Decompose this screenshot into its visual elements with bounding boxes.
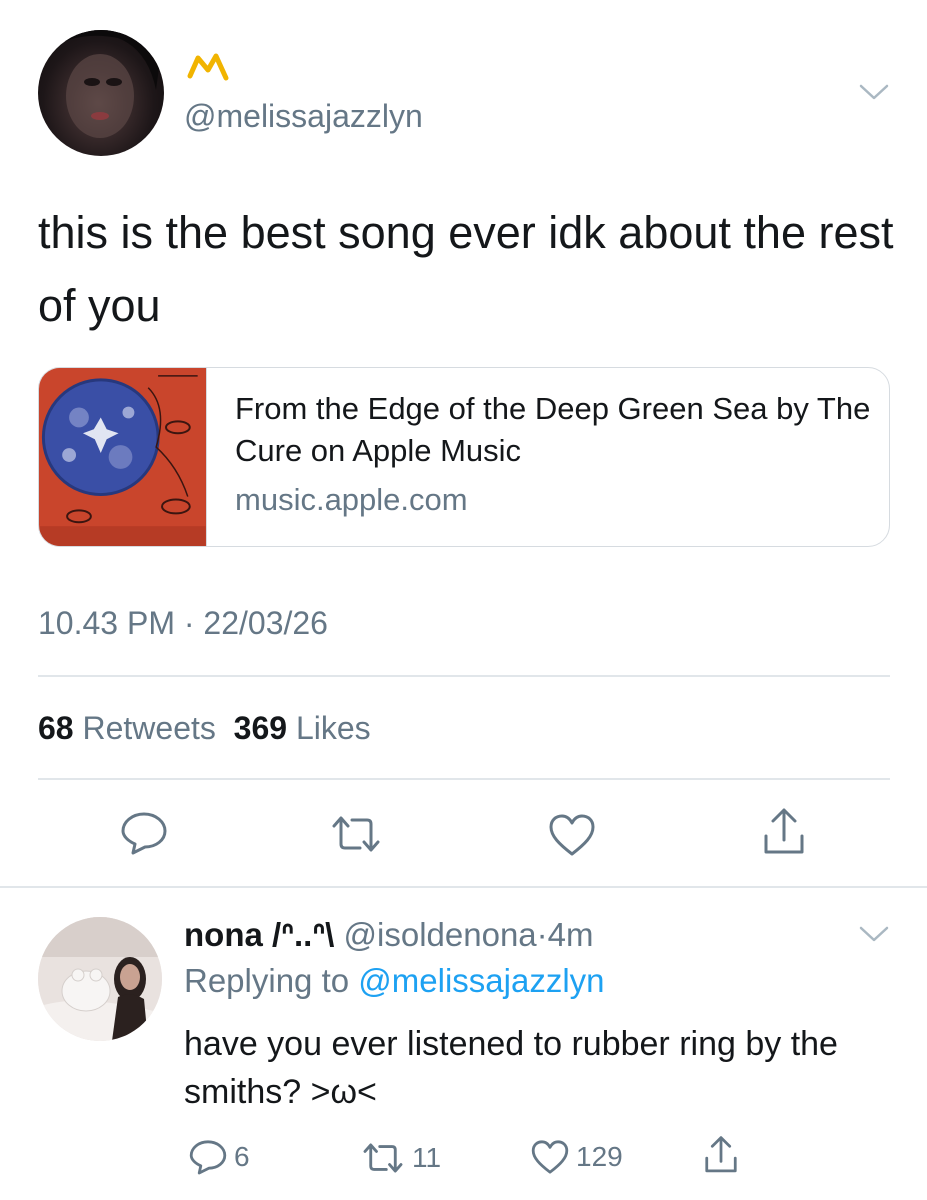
heart-icon <box>549 814 595 856</box>
retweets-count: 68 <box>38 710 74 746</box>
link-card[interactable]: From the Edge of the Deep Green Sea by T… <box>38 367 890 547</box>
reply-handle[interactable]: @isoldenona <box>344 916 537 953</box>
retweet-icon <box>332 816 380 852</box>
retweet-count: 11 <box>412 1142 442 1173</box>
reply-display-name[interactable]: nona /ᐢ..ᐢ\ <box>184 916 334 953</box>
share-icon <box>764 808 804 854</box>
heart-icon <box>531 1140 569 1174</box>
replying-to-handle[interactable]: @melissajazzlyn <box>358 962 604 999</box>
album-art-thumbnail <box>39 368 207 546</box>
reply-icon <box>121 812 167 855</box>
chevron-down-icon[interactable] <box>858 924 890 944</box>
likes-stat[interactable]: 369 Likes <box>234 710 371 746</box>
retweet-icon <box>363 1143 403 1173</box>
like-count: 129 <box>576 1141 623 1172</box>
likes-label: Likes <box>295 710 371 746</box>
reply-count: 6 <box>234 1141 250 1172</box>
link-card-title: From the Edge of the Deep Green Sea by T… <box>235 391 871 468</box>
reply-retweet-button[interactable]: 11 <box>360 1140 441 1176</box>
tweet-stats: 68 Retweets 369 Likes <box>38 710 371 747</box>
divider <box>38 675 890 677</box>
divider <box>38 778 890 780</box>
replying-to-label: Replying to <box>184 962 350 999</box>
reply-separator: · <box>536 916 548 953</box>
replying-to: Replying to @melissajazzlyn <box>184 962 605 1000</box>
reply-header: nona /ᐢ..ᐢ\ @isoldenona·4m <box>184 915 594 954</box>
like-button[interactable] <box>547 812 597 858</box>
tweet-timestamp[interactable]: 10.43 PM · 22/03/26 <box>38 605 328 642</box>
share-icon <box>705 1136 737 1173</box>
reply-button[interactable] <box>119 810 169 856</box>
share-button[interactable] <box>760 806 808 858</box>
reply-icon <box>189 1140 227 1175</box>
link-card-domain: music.apple.com <box>235 482 468 517</box>
reply-like-button[interactable]: 129 <box>530 1138 623 1176</box>
reply-author-avatar[interactable] <box>38 917 162 1041</box>
author-avatar[interactable] <box>38 30 164 156</box>
reply-time[interactable]: 4m <box>548 916 594 953</box>
author-name-glyph <box>186 50 230 84</box>
retweet-button[interactable] <box>328 812 384 856</box>
avatar-photo <box>38 917 162 1041</box>
avatar-photo <box>38 30 164 138</box>
reply-share-button[interactable] <box>702 1134 740 1176</box>
reply-text: have you ever listened to rubber ring by… <box>184 1025 838 1111</box>
chevron-down-icon[interactable] <box>858 82 890 102</box>
likes-count: 369 <box>233 710 288 746</box>
reply-reply-button[interactable]: 6 <box>188 1138 250 1176</box>
retweets-label: Retweets <box>82 710 216 746</box>
author-handle[interactable]: @melissajazzlyn <box>184 98 423 135</box>
retweets-stat[interactable]: 68 Retweets <box>38 710 216 746</box>
divider <box>0 886 927 888</box>
tweet-text: this is the best song ever idk about the… <box>38 207 894 331</box>
